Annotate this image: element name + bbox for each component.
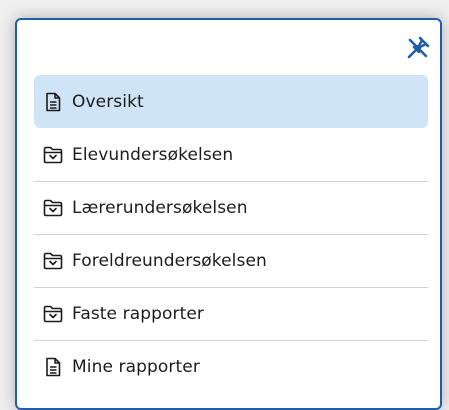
unpin-icon[interactable] [405, 35, 431, 61]
folder-icon [43, 145, 63, 165]
menu-item-mine-rapporter[interactable]: Mine rapporter [34, 340, 428, 393]
menu-item-label: Foreldreundersøkelsen [72, 250, 267, 271]
menu-item-label: Mine rapporter [72, 356, 200, 377]
folder-icon [43, 304, 63, 324]
navigation-panel: Oversikt Elevundersøkelsen Lærerundersøk… [15, 18, 442, 410]
document-icon [43, 357, 63, 377]
menu-item-label: Lærerundersøkelsen [72, 197, 248, 218]
menu-item-label: Faste rapporter [72, 303, 205, 324]
document-icon [43, 92, 63, 112]
menu-item-faste-rapporter[interactable]: Faste rapporter [34, 287, 428, 340]
menu-item-foreldreundersokelsen[interactable]: Foreldreundersøkelsen [34, 234, 428, 287]
menu-item-label: Oversikt [72, 91, 144, 112]
menu-item-lærerundersokelsen[interactable]: Lærerundersøkelsen [34, 181, 428, 234]
folder-icon [43, 251, 63, 271]
menu-item-label: Elevundersøkelsen [72, 144, 234, 165]
folder-icon [43, 198, 63, 218]
menu-item-oversikt[interactable]: Oversikt [34, 75, 428, 128]
report-menu: Oversikt Elevundersøkelsen Lærerundersøk… [34, 75, 428, 393]
menu-item-elevundersokelsen[interactable]: Elevundersøkelsen [34, 128, 428, 181]
